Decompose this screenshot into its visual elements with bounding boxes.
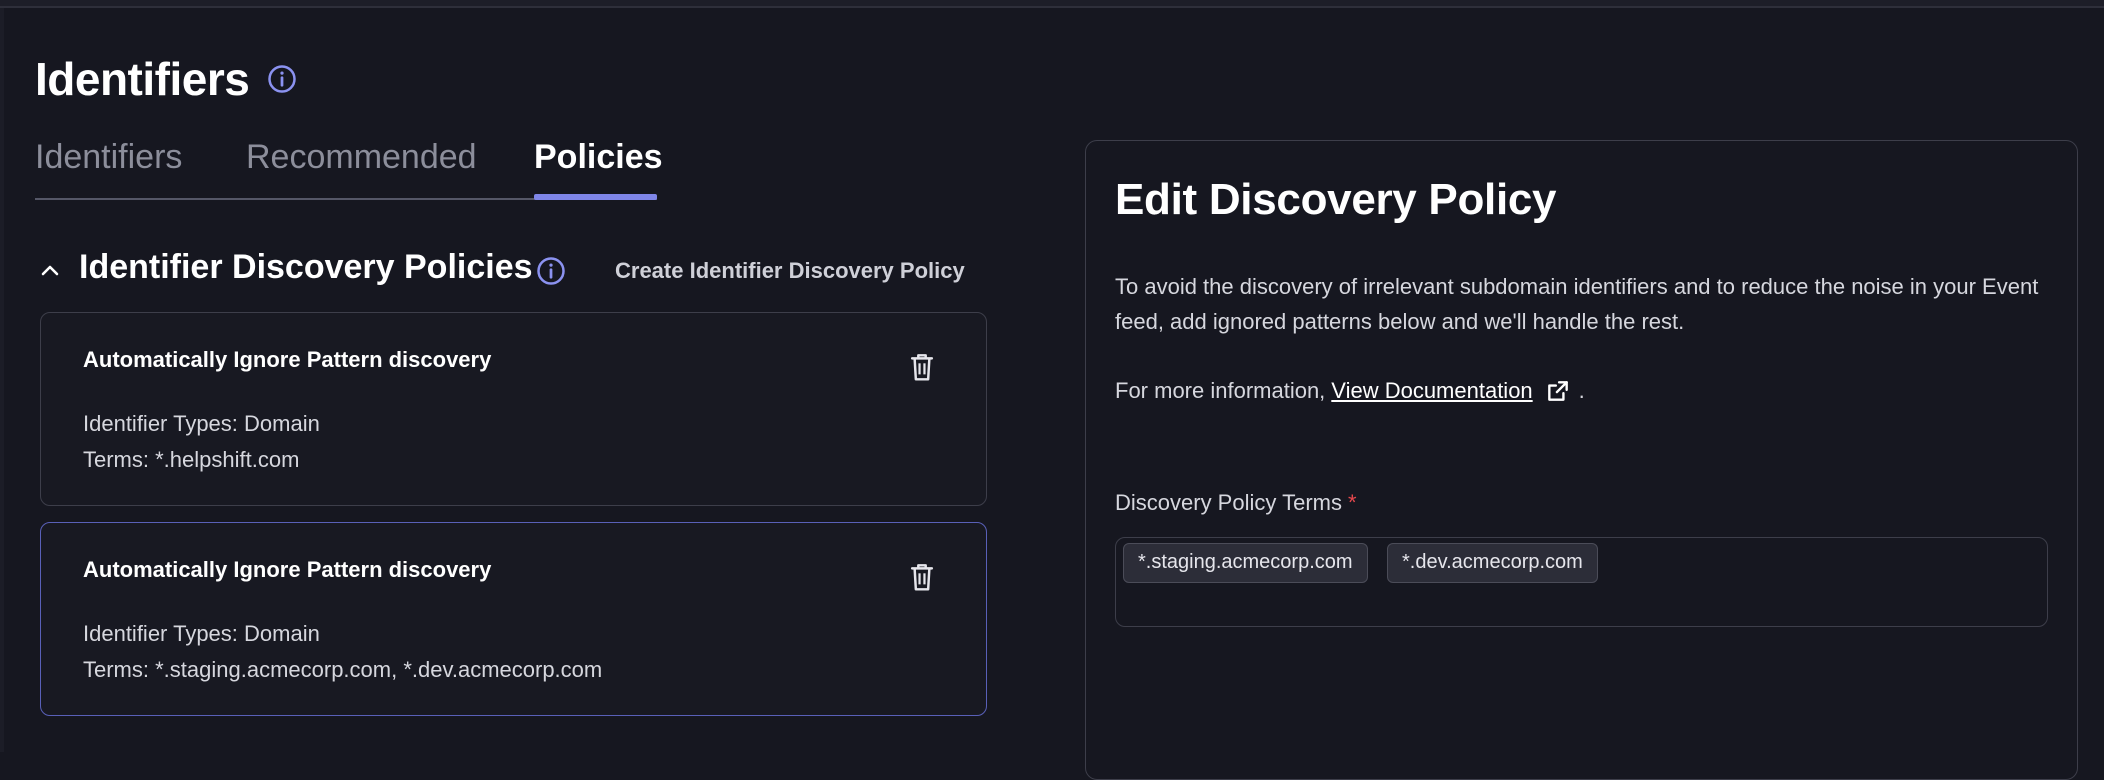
policy-card-title: Automatically Ignore Pattern discovery bbox=[83, 557, 492, 582]
policy-terms: Terms: *.staging.acmecorp.com, *.dev.acm… bbox=[83, 657, 603, 682]
info-circle-icon[interactable] bbox=[536, 256, 566, 286]
tab-policies[interactable]: Policies bbox=[534, 138, 663, 177]
more-info-line: For more information, View Documentation… bbox=[1115, 378, 1585, 404]
panel-description: To avoid the discovery of irrelevant sub… bbox=[1115, 274, 2039, 334]
external-link-icon[interactable] bbox=[1545, 378, 1571, 404]
panel-title: Edit Discovery Policy bbox=[1115, 175, 1557, 224]
tab-recommended[interactable]: Recommended bbox=[246, 138, 477, 177]
more-info-prefix: For more information, bbox=[1115, 378, 1326, 403]
window-left-edge bbox=[0, 8, 4, 752]
info-circle-icon[interactable] bbox=[267, 64, 297, 94]
view-documentation-link[interactable]: View Documentation bbox=[1331, 378, 1532, 404]
page-title: Identifiers bbox=[35, 53, 250, 105]
field-label-text: Discovery Policy Terms bbox=[1115, 490, 1342, 515]
term-chip[interactable]: *.staging.acmecorp.com bbox=[1123, 543, 1368, 583]
policy-terms: Terms: *.helpshift.com bbox=[83, 447, 300, 472]
edit-policy-panel: Edit Discovery Policy To avoid the disco… bbox=[1085, 140, 2078, 780]
tab-identifiers[interactable]: Identifiers bbox=[35, 138, 182, 177]
policy-card[interactable]: Automatically Ignore Pattern discovery I… bbox=[40, 312, 987, 506]
chevron-up-icon[interactable] bbox=[38, 258, 62, 282]
policy-identifier-types: Identifier Types: Domain bbox=[83, 621, 320, 646]
tab-bar: Identifiers Recommended Policies bbox=[35, 138, 663, 200]
policy-card-title: Automatically Ignore Pattern discovery bbox=[83, 347, 492, 372]
term-chip[interactable]: *.dev.acmecorp.com bbox=[1387, 543, 1598, 583]
policy-card-selected[interactable]: Automatically Ignore Pattern discovery I… bbox=[40, 522, 987, 716]
policy-identifier-types: Identifier Types: Domain bbox=[83, 411, 320, 436]
trash-icon[interactable] bbox=[907, 351, 937, 383]
more-info-suffix: . bbox=[1578, 378, 1585, 403]
discovery-terms-label: Discovery Policy Terms * bbox=[1115, 490, 1357, 516]
active-tab-indicator bbox=[534, 194, 657, 200]
create-policy-button[interactable]: Create Identifier Discovery Policy bbox=[615, 258, 965, 284]
required-mark: * bbox=[1347, 490, 1357, 515]
window-top-border bbox=[0, 0, 2104, 8]
discovery-terms-input[interactable]: *.staging.acmecorp.com *.dev.acmecorp.co… bbox=[1115, 537, 2048, 627]
section-title: Identifier Discovery Policies bbox=[79, 248, 533, 286]
trash-icon[interactable] bbox=[907, 561, 937, 593]
